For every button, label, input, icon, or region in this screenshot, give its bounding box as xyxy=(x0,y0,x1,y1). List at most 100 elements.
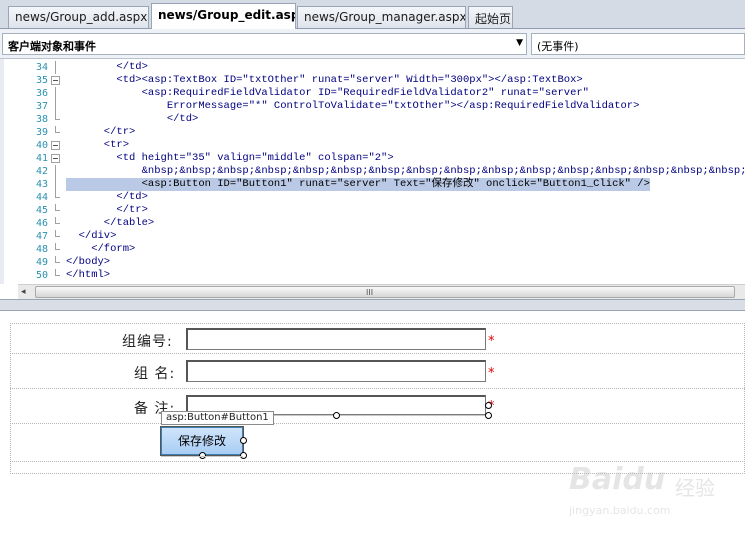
code-line: 39 </tr> xyxy=(4,126,745,139)
code-text: </tr> xyxy=(66,204,148,216)
line-number: 34 xyxy=(35,62,48,73)
code-text: </form> xyxy=(66,243,136,255)
scroll-grip-icon: III xyxy=(366,288,374,297)
code-text: </tr> xyxy=(66,126,136,138)
tab-start-page[interactable]: 起始页 xyxy=(468,6,513,28)
table-row-divider xyxy=(10,423,745,424)
baidu-watermark: Baidu 经验 jingyan.baidu.com xyxy=(565,452,735,532)
group-name-textbox[interactable] xyxy=(186,360,486,382)
line-number: 35 xyxy=(35,75,48,86)
code-text: </table> xyxy=(66,217,155,229)
code-line: 46 </table> xyxy=(4,217,745,230)
fold-guide xyxy=(55,243,60,250)
code-text-selected: <asp:Button ID="Button1" runat="server" … xyxy=(66,178,650,191)
collapse-icon[interactable] xyxy=(51,154,60,163)
code-text: <tr> xyxy=(66,139,130,151)
fold-guide xyxy=(55,217,60,224)
code-line: 45 </tr> xyxy=(4,204,745,217)
tab-group-manager[interactable]: news/Group_manager.aspx xyxy=(297,6,466,28)
line-number: 49 xyxy=(35,257,48,268)
code-text: </body> xyxy=(66,256,111,268)
fold-guide xyxy=(55,126,60,133)
chevron-down-icon[interactable]: ▼ xyxy=(516,38,523,48)
code-line: 35 <td><asp:TextBox ID="txtOther" runat=… xyxy=(4,74,745,87)
code-line: 38 </td> xyxy=(4,113,745,126)
line-number: 43 xyxy=(35,179,48,190)
navigation-bar: 客户端对象和事件 ▼ (无事件) xyxy=(0,29,745,59)
scrollbar-thumb[interactable]: III xyxy=(35,286,735,298)
fold-guide xyxy=(55,113,60,120)
code-line: 47 </div> xyxy=(4,230,745,243)
scroll-left-icon[interactable]: ◂ xyxy=(21,287,26,297)
code-text: </html> xyxy=(66,269,111,281)
control-tag-tooltip: asp:Button#Button1 xyxy=(161,411,274,425)
watermark-brand: Baidu xyxy=(569,462,666,497)
line-number: 47 xyxy=(35,231,48,242)
collapse-icon[interactable] xyxy=(51,141,60,150)
watermark-cn: 经验 xyxy=(675,476,715,500)
line-number: 48 xyxy=(35,244,48,255)
code-line: 50 </html> xyxy=(4,269,745,282)
code-line: 41 <td height="35" valign="middle" colsp… xyxy=(4,152,745,165)
code-line: 40 <tr> xyxy=(4,139,745,152)
code-text: </td> xyxy=(66,191,148,203)
line-number: 36 xyxy=(35,88,48,99)
code-line: 49 </body> xyxy=(4,256,745,269)
fold-guide xyxy=(55,230,60,237)
document-tab-strip: news/Group_add.aspx news/Group_edit.aspx… xyxy=(0,0,745,29)
code-text: </div> xyxy=(66,230,117,242)
line-number: 39 xyxy=(35,127,48,138)
line-number: 37 xyxy=(35,101,48,112)
code-text: </td> xyxy=(66,113,199,125)
fold-guide xyxy=(55,87,56,100)
resize-handle[interactable] xyxy=(485,412,492,419)
fold-guide xyxy=(55,61,56,74)
line-number: 42 xyxy=(35,166,48,177)
fold-guide xyxy=(55,191,60,198)
code-text: ErrorMessage="*" ControlToValidate="txtO… xyxy=(66,100,640,112)
fold-guide xyxy=(55,204,60,211)
event-dropdown-value: (无事件) xyxy=(537,40,579,53)
event-dropdown[interactable]: (无事件) xyxy=(531,33,745,55)
fold-guide xyxy=(55,256,60,263)
fold-guide xyxy=(55,165,56,178)
fold-guide xyxy=(55,178,56,191)
code-line: 36 <asp:RequiredFieldValidator ID="Requi… xyxy=(4,87,745,100)
required-star: * xyxy=(488,334,495,349)
collapse-icon[interactable] xyxy=(51,76,60,85)
table-row-divider xyxy=(10,388,745,389)
code-line: 34 </td> xyxy=(4,61,745,74)
horizontal-scrollbar[interactable]: ◂ III xyxy=(18,284,745,299)
code-line: 42 &nbsp;&nbsp;&nbsp;&nbsp;&nbsp;&nbsp;&… xyxy=(4,165,745,178)
tab-group-edit[interactable]: news/Group_edit.aspx xyxy=(151,3,296,29)
resize-handle[interactable] xyxy=(333,412,340,419)
code-text: &nbsp;&nbsp;&nbsp;&nbsp;&nbsp;&nbsp;&nbs… xyxy=(141,165,745,177)
save-changes-button[interactable]: 保存修改 xyxy=(160,426,244,456)
code-text: <td><asp:TextBox ID="txtOther" runat="se… xyxy=(66,74,583,86)
line-number: 45 xyxy=(35,205,48,216)
resize-handle[interactable] xyxy=(485,402,492,409)
code-line: 43 <asp:Button ID="Button1" runat="serve… xyxy=(4,178,745,191)
line-number: 46 xyxy=(35,218,48,229)
watermark-url: jingyan.baidu.com xyxy=(569,504,671,517)
object-dropdown[interactable]: 客户端对象和事件 ▼ xyxy=(2,33,527,55)
table-row-divider xyxy=(10,353,745,354)
group-number-label: 组编号: xyxy=(122,334,173,350)
line-number: 41 xyxy=(35,153,48,164)
code-text: </td> xyxy=(66,61,148,73)
line-number: 40 xyxy=(35,140,48,151)
source-code-editor[interactable]: 34 </td> 35 <td><asp:TextBox ID="txtOthe… xyxy=(0,59,745,284)
code-text: <td height="35" valign="middle" colspan=… xyxy=(66,152,394,164)
group-name-label: 组 名: xyxy=(134,366,176,382)
code-line: 44 </td> xyxy=(4,191,745,204)
code-text: <asp:RequiredFieldValidator ID="Required… xyxy=(66,87,589,99)
fold-guide xyxy=(55,100,56,113)
code-line: 37 ErrorMessage="*" ControlToValidate="t… xyxy=(4,100,745,113)
resize-handle[interactable] xyxy=(240,437,247,444)
line-number: 44 xyxy=(35,192,48,203)
split-view-divider[interactable] xyxy=(0,299,745,311)
selection-guide xyxy=(161,456,243,457)
group-number-textbox[interactable] xyxy=(186,328,486,350)
object-dropdown-value: 客户端对象和事件 xyxy=(8,40,96,53)
tab-group-add[interactable]: news/Group_add.aspx xyxy=(8,6,149,28)
